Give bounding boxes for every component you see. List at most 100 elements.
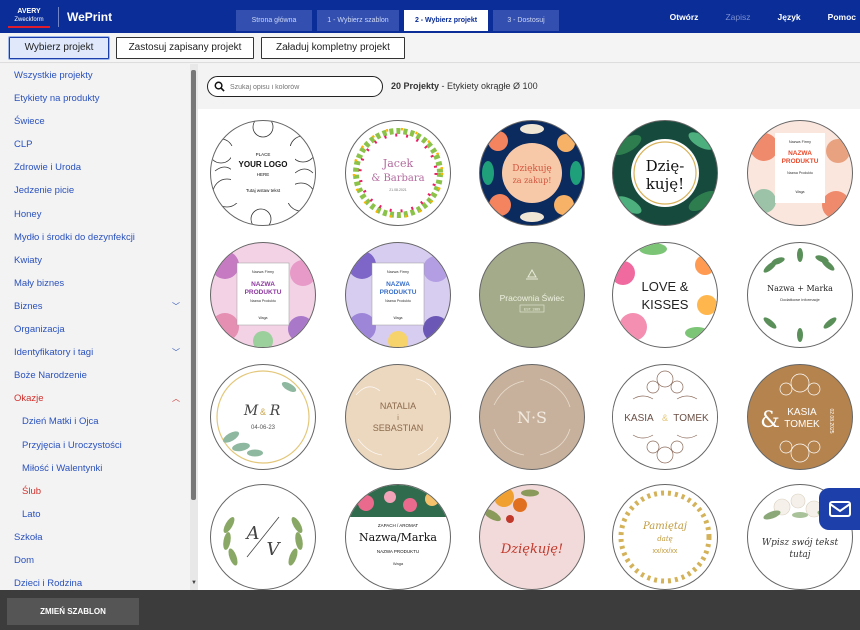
choose-design-button[interactable]: Wybierz projekt <box>9 37 109 59</box>
results-template: - Etykiety okrągłe Ø 100 <box>439 81 538 91</box>
design-product-pink-l5: Waga <box>258 316 267 320</box>
design-kasia-tomek-white-l1: KASIA <box>624 413 654 424</box>
sidebar-item[interactable]: Świece <box>0 110 190 133</box>
design-kasia-tomek-kraft-l4: 02.08.2025 <box>828 408 834 433</box>
design-card-logo[interactable]: PLACE YOUR LOGO HERE Tutaj wstaw tekst <box>210 120 316 226</box>
sidebar-subitem[interactable]: Dzień Matki i Ojca <box>0 410 190 433</box>
sidebar-item[interactable]: Biznes ﹀ <box>0 295 190 318</box>
sidebar-subitem[interactable]: Przyjęcia i Uroczystości <box>0 434 190 457</box>
sidebar-item[interactable]: Zdrowie i Uroda <box>0 156 190 179</box>
design-product-coral-l2: NAZWA <box>788 150 812 157</box>
sidebar-scrollbar-thumb[interactable] <box>191 70 196 500</box>
design-card-kasia-tomek-kraft[interactable]: & KASIA TOMEK 02.08.2025 <box>747 364 853 470</box>
design-card-pamietaj-date[interactable]: Pamiętaj datę xx/xx/xx <box>612 484 718 590</box>
sidebar-item-label: Lato <box>22 508 41 520</box>
design-card-n-s[interactable]: N·S <box>479 364 585 470</box>
sidebar-item[interactable]: Jedzenie picie <box>0 179 190 202</box>
design-card-jacek-barbara[interactable]: Jacek & Barbara 21.08.2021 <box>345 120 451 226</box>
design-card-dziekuje-zakup[interactable]: Dziękuję za zakup! <box>479 120 585 226</box>
design-zapach-aromat-l3: NAZWA PRODUKTU <box>377 549 419 554</box>
sidebar-item[interactable]: Mydło i środki do dezynfekcji <box>0 226 190 249</box>
design-zapach-aromat-l4: Waga <box>393 561 404 566</box>
open-link[interactable]: Otwórz <box>670 12 699 22</box>
sidebar-item[interactable]: Mały biznes <box>0 272 190 295</box>
design-a-v-l1: A <box>245 523 260 544</box>
design-product-violet-l4: Nazwa Produktu <box>385 299 411 303</box>
wizard-steps: Strona główna 1 - Wybierz szablon 2 - Wy… <box>236 10 559 31</box>
chevron-down-icon[interactable]: ﹀ <box>172 341 180 364</box>
sidebar-subitem[interactable]: Miłość i Walentynki <box>0 457 190 480</box>
design-card-kasia-tomek-white[interactable]: KASIA & TOMEK <box>612 364 718 470</box>
change-template-button[interactable]: ZMIEŃ SZABLON <box>7 598 139 625</box>
design-love-kisses-l2: KISSES <box>642 297 689 312</box>
step-home[interactable]: Strona główna <box>236 10 312 31</box>
design-card-a-v[interactable]: A V <box>210 484 316 590</box>
sidebar-item[interactable]: Honey <box>0 203 190 226</box>
language-link[interactable]: Język <box>777 12 800 22</box>
design-dziekuje-leaves-l1: Dzię- <box>646 157 685 175</box>
sidebar-item[interactable]: Organizacja <box>0 318 190 341</box>
design-product-violet-art: Nazwa Firmy NAZWA PRODUKTU Nazwa Produkt… <box>348 251 449 347</box>
design-love-kisses-art: LOVE & KISSES <box>613 243 717 341</box>
design-card-natalia-sebastian[interactable]: NATALIA i SEBASTIAN <box>345 364 451 470</box>
design-product-violet-l5: Waga <box>393 316 402 320</box>
avery-logo-sub: Zweckform <box>14 16 44 23</box>
results-count: 20 Projekty <box>391 81 440 91</box>
brand-divider <box>58 6 59 27</box>
sidebar-item[interactable]: Okazje ︿ <box>0 387 190 410</box>
apply-saved-design-button[interactable]: Zastosuj zapisany projekt <box>116 37 254 59</box>
design-n-s-art: N·S <box>493 378 571 456</box>
sidebar-subitem[interactable]: Lato <box>0 503 190 526</box>
design-dziekuje-pink-l1: Dziękuję! <box>500 542 563 557</box>
design-card-dziekuje-leaves[interactable]: Dzię- kuję! <box>612 120 718 226</box>
sidebar-subitem[interactable]: Ślub <box>0 480 190 503</box>
design-card-nazwa-marka-green[interactable]: Nazwa + Marka Dodatkowe informacje <box>747 242 853 348</box>
help-link[interactable]: Pomoc <box>828 12 856 22</box>
design-product-pink-art: Nazwa Firmy NAZWA PRODUKTU Nazwa Produkt… <box>211 251 315 347</box>
design-card-product-coral[interactable]: Nazwa Firmy NAZWA PRODUKTU Nazwa Produkt… <box>747 120 853 226</box>
search-icon <box>214 81 225 92</box>
chat-button[interactable] <box>819 488 860 530</box>
scroll-down-arrow-icon[interactable]: ▼ <box>190 580 198 590</box>
design-product-pink-l4: Nazwa Produktu <box>250 299 276 303</box>
sidebar-item[interactable]: Etykiety na produkty <box>0 87 190 110</box>
design-card-zapach-aromat[interactable]: ZAPACH / AROMAT Nazwa/Marka NAZWA PRODUK… <box>345 484 451 590</box>
chevron-up-icon[interactable]: ︿ <box>172 387 180 410</box>
sidebar-item-label: Identyfikatory i tagi <box>14 347 94 359</box>
search-box[interactable] <box>207 76 383 97</box>
envelope-icon <box>829 501 851 517</box>
design-dziekuje-leaves-l2: kuję! <box>646 175 684 193</box>
design-card-love-kisses[interactable]: LOVE & KISSES <box>612 242 718 348</box>
design-natalia-sebastian-l2: i <box>397 415 399 422</box>
design-card-product-violet[interactable]: Nazwa Firmy NAZWA PRODUKTU Nazwa Produkt… <box>345 242 451 348</box>
sidebar-item[interactable]: Dzieci i Rodzina <box>0 572 190 590</box>
design-card-m-r[interactable]: M & R 04-06-23 <box>210 364 316 470</box>
design-card-dziekuje-pink[interactable]: Dziękuję! <box>479 484 585 590</box>
sidebar-item-label: Mydło i środki do dezynfekcji <box>14 231 135 243</box>
search-input[interactable] <box>230 80 378 94</box>
sidebar-item[interactable]: Boże Narodzenie <box>0 364 190 387</box>
sidebar-item[interactable]: Dom <box>0 549 190 572</box>
design-product-coral-l5: Waga <box>795 190 804 194</box>
chevron-down-icon[interactable]: ﹀ <box>172 295 180 318</box>
design-pamietaj-date-art: Pamiętaj datę xx/xx/xx <box>618 490 712 584</box>
weprint-logo[interactable]: WePrint <box>67 10 112 24</box>
design-card-product-pink[interactable]: Nazwa Firmy NAZWA PRODUKTU Nazwa Produkt… <box>210 242 316 348</box>
sidebar-item[interactable]: Szkoła <box>0 526 190 549</box>
results-info: 20 Projekty - Etykiety okrągłe Ø 100 <box>391 81 538 91</box>
sidebar-item[interactable]: CLP <box>0 133 190 156</box>
step-choose-template[interactable]: 1 - Wybierz szablon <box>317 10 399 31</box>
sidebar-item[interactable]: Wszystkie projekty <box>0 64 190 87</box>
load-full-design-button[interactable]: Załaduj kompletny projekt <box>261 37 405 59</box>
design-product-pink-l1: Nazwa Firmy <box>252 270 274 274</box>
sidebar-item-label: Biznes <box>14 300 43 312</box>
design-product-pink-l2: NAZWA <box>251 281 275 288</box>
sidebar-item[interactable]: Kwiaty <box>0 249 190 272</box>
step-choose-design[interactable]: 2 - Wybierz projekt <box>404 10 488 31</box>
save-link[interactable]: Zapisz <box>725 12 750 22</box>
sidebar-item[interactable]: Identyfikatory i tagi ﹀ <box>0 341 190 364</box>
design-card-pracownia-swiec[interactable]: Pracownia Świec EST. 1989 <box>479 242 585 348</box>
step-customize[interactable]: 3 - Dostosuj <box>493 10 559 31</box>
design-pracownia-swiec-l2: EST. 1989 <box>524 308 540 312</box>
avery-logo[interactable]: AVERY Zweckform <box>8 6 50 28</box>
